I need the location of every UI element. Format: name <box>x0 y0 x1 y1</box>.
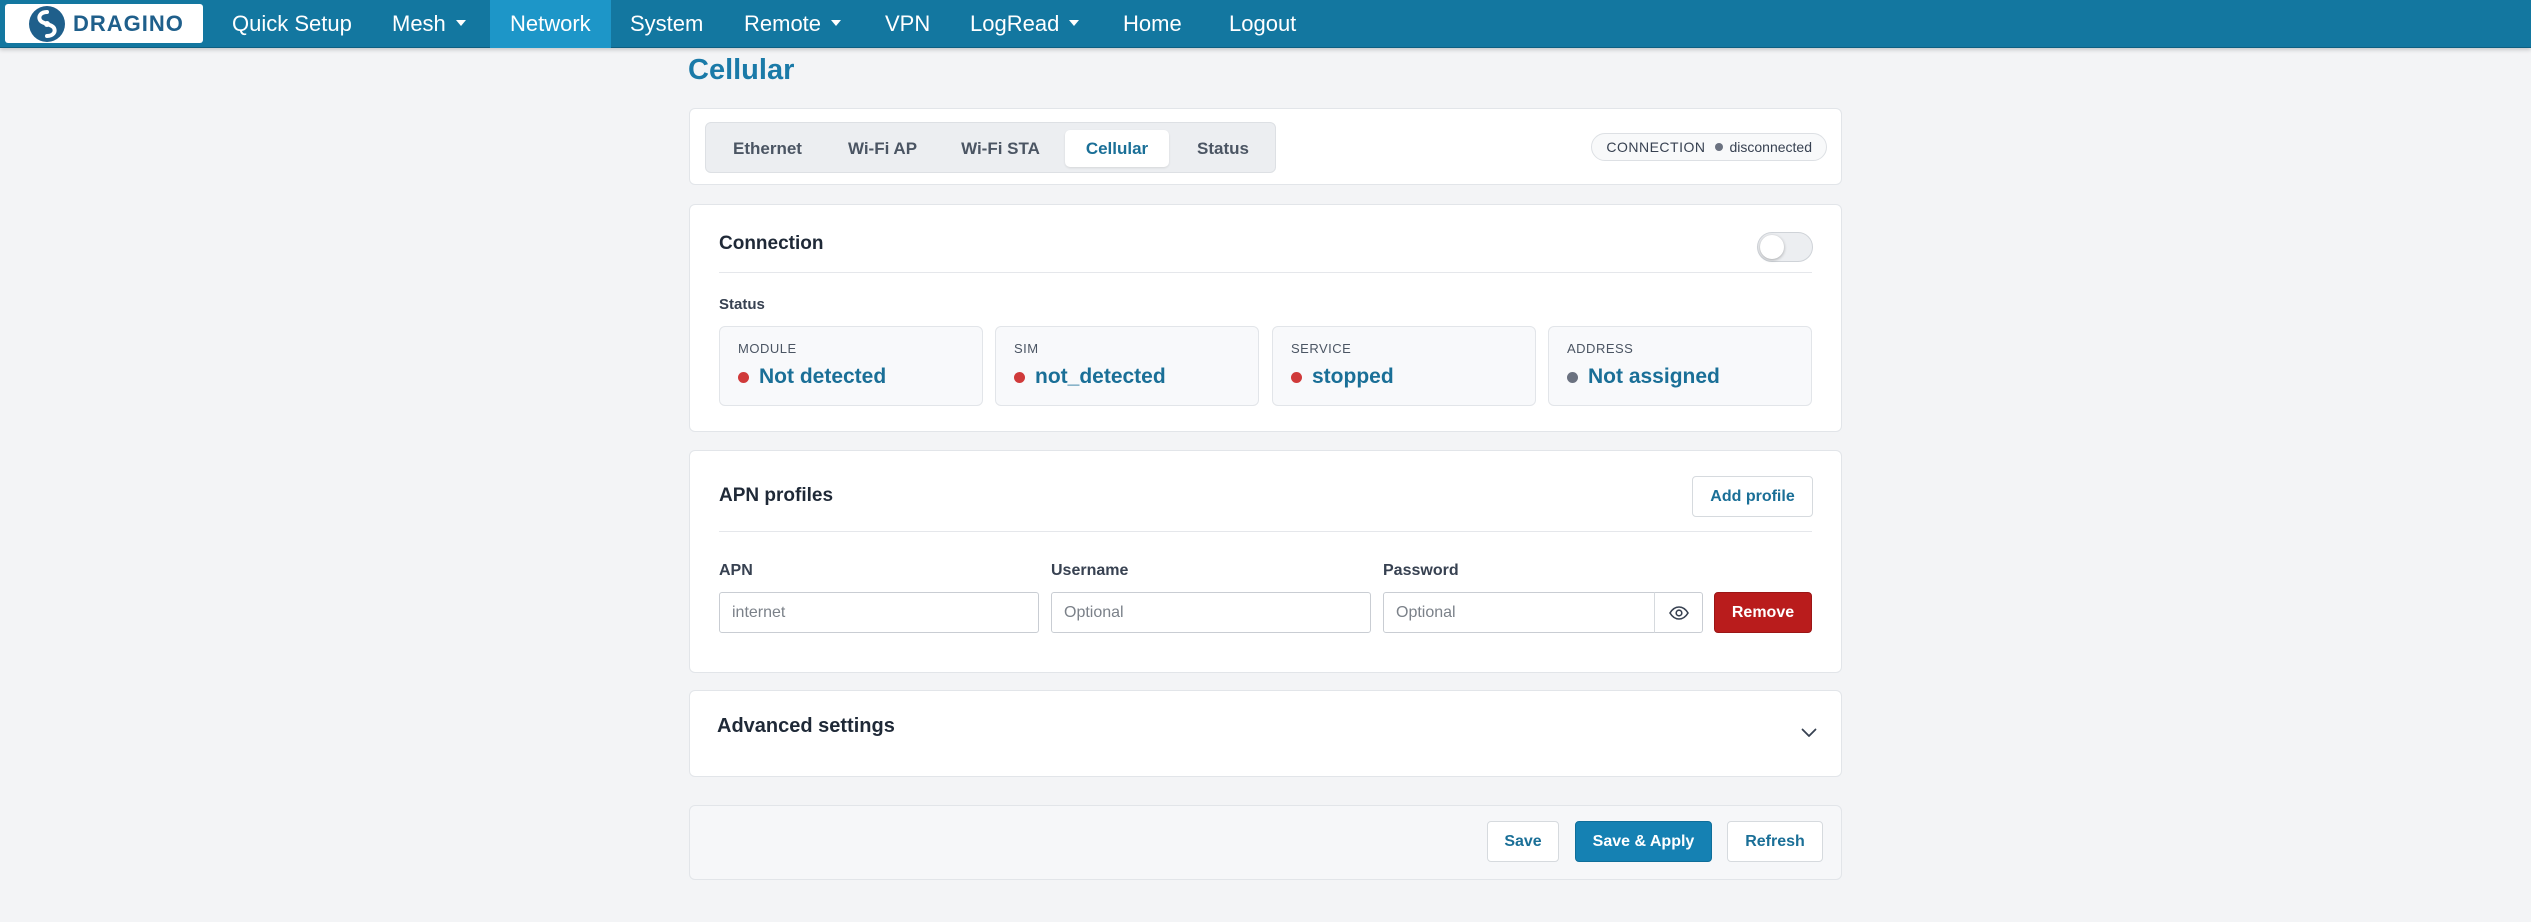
stat-sim: SIM not_detected <box>995 326 1259 406</box>
caret-down-icon <box>455 20 466 27</box>
refresh-button[interactable]: Refresh <box>1727 821 1823 862</box>
nav-mesh-label: Mesh <box>392 11 446 36</box>
username-field-label: Username <box>1051 562 1129 579</box>
stat-module-value-row: Not detected <box>738 365 886 389</box>
dragino-logo[interactable]: DRAGINO <box>5 4 203 43</box>
nav-vpn-label: VPN <box>885 11 931 36</box>
tab-cellular[interactable]: Cellular <box>1065 130 1169 167</box>
page-title: Cellular <box>688 54 795 86</box>
nav-logread[interactable]: LogRead <box>950 0 1099 48</box>
apn-profiles-title: APN profiles <box>719 485 834 506</box>
remove-profile-button[interactable]: Remove <box>1714 592 1812 633</box>
status-dot-icon <box>1014 371 1025 383</box>
nav-quick-setup-label: Quick Setup <box>232 11 352 36</box>
nav-logout-label: Logout <box>1229 11 1297 36</box>
toggle-knob <box>1760 235 1784 259</box>
advanced-settings-card[interactable]: Advanced settings <box>689 690 1842 777</box>
username-input[interactable] <box>1051 592 1371 633</box>
eye-icon <box>1668 605 1689 620</box>
form-actions-card: Save Save & Apply Refresh <box>689 805 1842 880</box>
status-dot-icon <box>1715 143 1724 151</box>
nav-quick-setup[interactable]: Quick Setup <box>212 0 372 48</box>
nav-logout[interactable]: Logout <box>1209 0 1316 48</box>
stat-service-value: stopped <box>1312 365 1394 388</box>
network-tabs-card: Ethernet Wi-Fi AP Wi-Fi STA Cellular Sta… <box>689 108 1842 185</box>
stat-address: ADDRESS Not assigned <box>1548 326 1812 406</box>
stat-service-value-row: stopped <box>1291 365 1394 389</box>
connection-status-badge: CONNECTION disconnected <box>1591 133 1827 161</box>
logo-text: DRAGINO <box>73 10 184 36</box>
tab-wifi-sta[interactable]: Wi-Fi STA <box>944 130 1057 167</box>
apn-profiles-card: APN profiles Add profile APN Username Pa… <box>689 450 1842 673</box>
nav-mesh[interactable]: Mesh <box>372 0 486 48</box>
stat-address-value-row: Not assigned <box>1567 365 1720 389</box>
password-input[interactable] <box>1383 592 1655 633</box>
dragino-logo-icon <box>29 5 65 42</box>
status-dot-icon <box>738 371 749 383</box>
nav-remote-label: Remote <box>744 11 822 36</box>
apn-input[interactable] <box>719 592 1039 633</box>
tab-status[interactable]: Status <box>1177 130 1269 167</box>
stat-address-value: Not assigned <box>1588 365 1720 388</box>
connection-card: Connection Status MODULE Not detected SI… <box>689 204 1842 432</box>
password-field-label: Password <box>1383 562 1459 579</box>
stat-sim-value: not_detected <box>1035 365 1166 388</box>
stat-sim-value-row: not_detected <box>1014 365 1166 389</box>
nav-remote[interactable]: Remote <box>724 0 861 48</box>
connection-badge-label: CONNECTION <box>1606 139 1706 155</box>
nav-home[interactable]: Home <box>1103 0 1202 48</box>
caret-down-icon <box>1069 20 1080 27</box>
status-label: Status <box>719 296 765 313</box>
stat-service: SERVICE stopped <box>1272 326 1536 406</box>
stat-module: MODULE Not detected <box>719 326 983 406</box>
divider <box>719 272 1812 273</box>
chevron-down-icon <box>1801 728 1817 737</box>
apn-field-label: APN <box>719 562 753 579</box>
divider <box>719 531 1812 532</box>
save-button[interactable]: Save <box>1487 821 1559 862</box>
top-navbar: DRAGINO Quick Setup Mesh Network System … <box>0 0 2531 48</box>
status-dot-icon <box>1291 371 1302 383</box>
connection-title: Connection <box>719 233 824 254</box>
connection-badge-value: disconnected <box>1729 139 1812 155</box>
nav-network-label: Network <box>510 11 591 36</box>
advanced-settings-title: Advanced settings <box>717 715 895 737</box>
stat-module-value: Not detected <box>759 365 887 388</box>
tab-wifi-ap[interactable]: Wi-Fi AP <box>829 130 936 167</box>
connection-enable-toggle[interactable] <box>1757 232 1813 262</box>
nav-network[interactable]: Network <box>490 0 611 48</box>
nav-vpn[interactable]: VPN <box>865 0 950 48</box>
save-apply-button[interactable]: Save & Apply <box>1575 821 1712 862</box>
tab-ethernet[interactable]: Ethernet <box>714 130 821 167</box>
nav-system[interactable]: System <box>610 0 723 48</box>
network-tab-group: Ethernet Wi-Fi AP Wi-Fi STA Cellular Sta… <box>705 122 1276 173</box>
nav-system-label: System <box>630 11 704 36</box>
nav-home-label: Home <box>1123 11 1182 36</box>
show-password-button[interactable] <box>1654 592 1703 633</box>
stat-module-key: MODULE <box>738 341 797 356</box>
stat-sim-key: SIM <box>1014 341 1039 356</box>
status-dot-icon <box>1567 371 1578 383</box>
add-profile-button[interactable]: Add profile <box>1692 476 1813 517</box>
caret-down-icon <box>831 20 842 27</box>
nav-logread-label: LogRead <box>970 11 1060 36</box>
stat-service-key: SERVICE <box>1291 341 1352 356</box>
stat-address-key: ADDRESS <box>1567 341 1634 356</box>
